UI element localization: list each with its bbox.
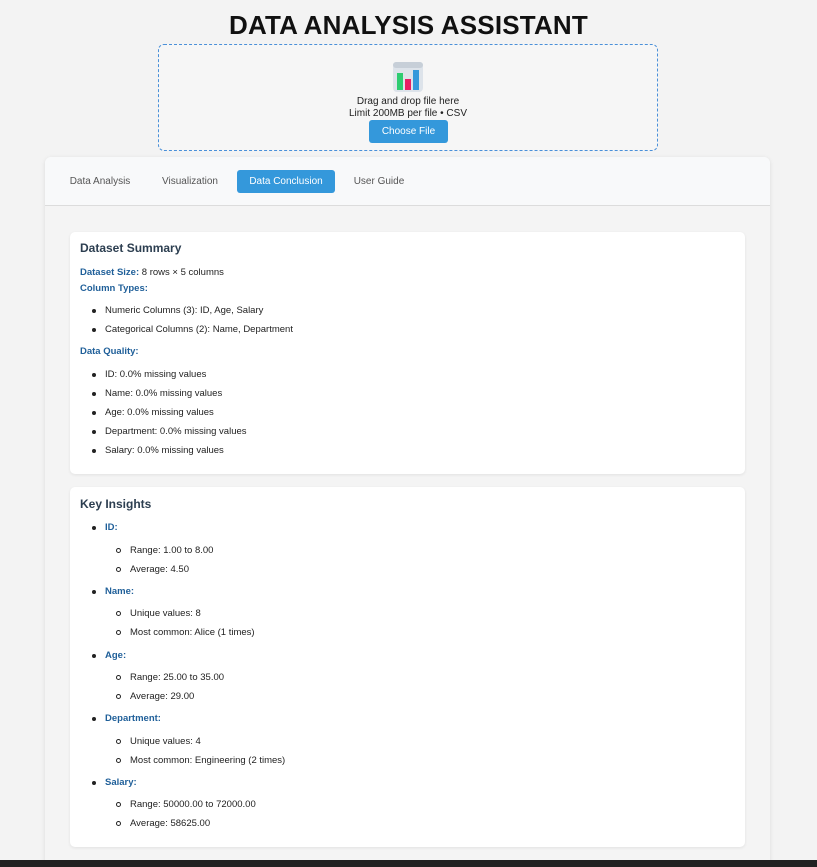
- bullet: [92, 717, 96, 721]
- list-item: Numeric Columns (3): ID, Age, Salary: [105, 305, 264, 316]
- insight-column-name: Salary:: [105, 777, 137, 788]
- bullet: [92, 654, 96, 658]
- insight-detail: Unique values: 8: [130, 608, 201, 619]
- bullet: [92, 411, 96, 415]
- bullet: [92, 373, 96, 377]
- data-quality-label: Data Quality:: [80, 346, 139, 357]
- dataset-summary-title: Dataset Summary: [80, 241, 182, 255]
- tab-visualization[interactable]: Visualization: [149, 170, 231, 193]
- list-item: Name: 0.0% missing values: [105, 388, 223, 399]
- bullet: [92, 590, 96, 594]
- list-item: Categorical Columns (2): Name, Departmen…: [105, 324, 293, 335]
- bullet: [92, 430, 96, 434]
- tab-bar: Data Analysis Visualization Data Conclus…: [45, 157, 770, 206]
- insight-detail: Average: 29.00: [130, 691, 195, 702]
- list-item: ID: 0.0% missing values: [105, 369, 207, 380]
- file-limit-text: Limit 200MB per file • CSV: [349, 108, 467, 119]
- bullet: [92, 309, 96, 313]
- sub-bullet: [116, 630, 121, 635]
- insight-column-name: Department:: [105, 713, 161, 724]
- bullet: [92, 781, 96, 785]
- insight-column-name: Name:: [105, 586, 135, 597]
- sub-bullet: [116, 548, 121, 553]
- sub-bullet: [116, 821, 121, 826]
- sub-bullet: [116, 675, 121, 680]
- column-types-label: Column Types:: [80, 283, 148, 294]
- sub-bullet: [116, 802, 121, 807]
- dataset-size-label: Dataset Size:: [80, 267, 140, 278]
- insight-detail: Average: 4.50: [130, 564, 189, 575]
- list-item: Salary: 0.0% missing values: [105, 445, 224, 456]
- tab-data-conclusion[interactable]: Data Conclusion: [237, 170, 335, 193]
- insight-detail: Range: 25.00 to 35.00: [130, 672, 225, 683]
- bullet: [92, 392, 96, 396]
- insight-detail: Average: 58625.00: [130, 818, 211, 829]
- dataset-size-line: Dataset Size: 8 rows × 5 columns: [80, 267, 224, 278]
- bar-chart-icon: [393, 62, 423, 92]
- key-insights-card: Key Insights ID: Range: 1.00 to 8.00 Ave…: [70, 487, 745, 847]
- insight-detail: Range: 50000.00 to 72000.00: [130, 799, 256, 810]
- bottom-bar: [0, 860, 817, 867]
- sub-bullet: [116, 567, 121, 572]
- insight-detail: Unique values: 4: [130, 736, 201, 747]
- tab-user-guide[interactable]: User Guide: [345, 170, 413, 193]
- dataset-summary-card: Dataset Summary Dataset Size: 8 rows × 5…: [70, 232, 745, 474]
- list-item: Age: 0.0% missing values: [105, 407, 214, 418]
- insight-detail: Range: 1.00 to 8.00: [130, 545, 214, 556]
- sub-bullet: [116, 611, 121, 616]
- page-title: DATA ANALYSIS ASSISTANT: [229, 10, 588, 40]
- drag-drop-text: Drag and drop file here: [356, 96, 460, 107]
- insight-column-name: Age:: [105, 650, 127, 661]
- insight-detail: Most common: Alice (1 times): [130, 627, 255, 638]
- bullet: [92, 449, 96, 453]
- choose-file-button[interactable]: Choose File: [369, 120, 448, 143]
- tab-data-analysis[interactable]: Data Analysis: [60, 170, 140, 193]
- list-item: Department: 0.0% missing values: [105, 426, 247, 437]
- insight-column-name: ID:: [105, 522, 118, 533]
- main-panel: Data Analysis Visualization Data Conclus…: [45, 157, 770, 867]
- sub-bullet: [116, 739, 121, 744]
- bullet: [92, 526, 96, 530]
- insight-detail: Most common: Engineering (2 times): [130, 755, 286, 766]
- sub-bullet: [116, 694, 121, 699]
- dataset-size-value: 8 rows × 5 columns: [141, 267, 224, 278]
- key-insights-title: Key Insights: [80, 497, 152, 511]
- bullet: [92, 328, 96, 332]
- sub-bullet: [116, 758, 121, 763]
- file-dropzone[interactable]: Drag and drop file here Limit 200MB per …: [158, 44, 658, 151]
